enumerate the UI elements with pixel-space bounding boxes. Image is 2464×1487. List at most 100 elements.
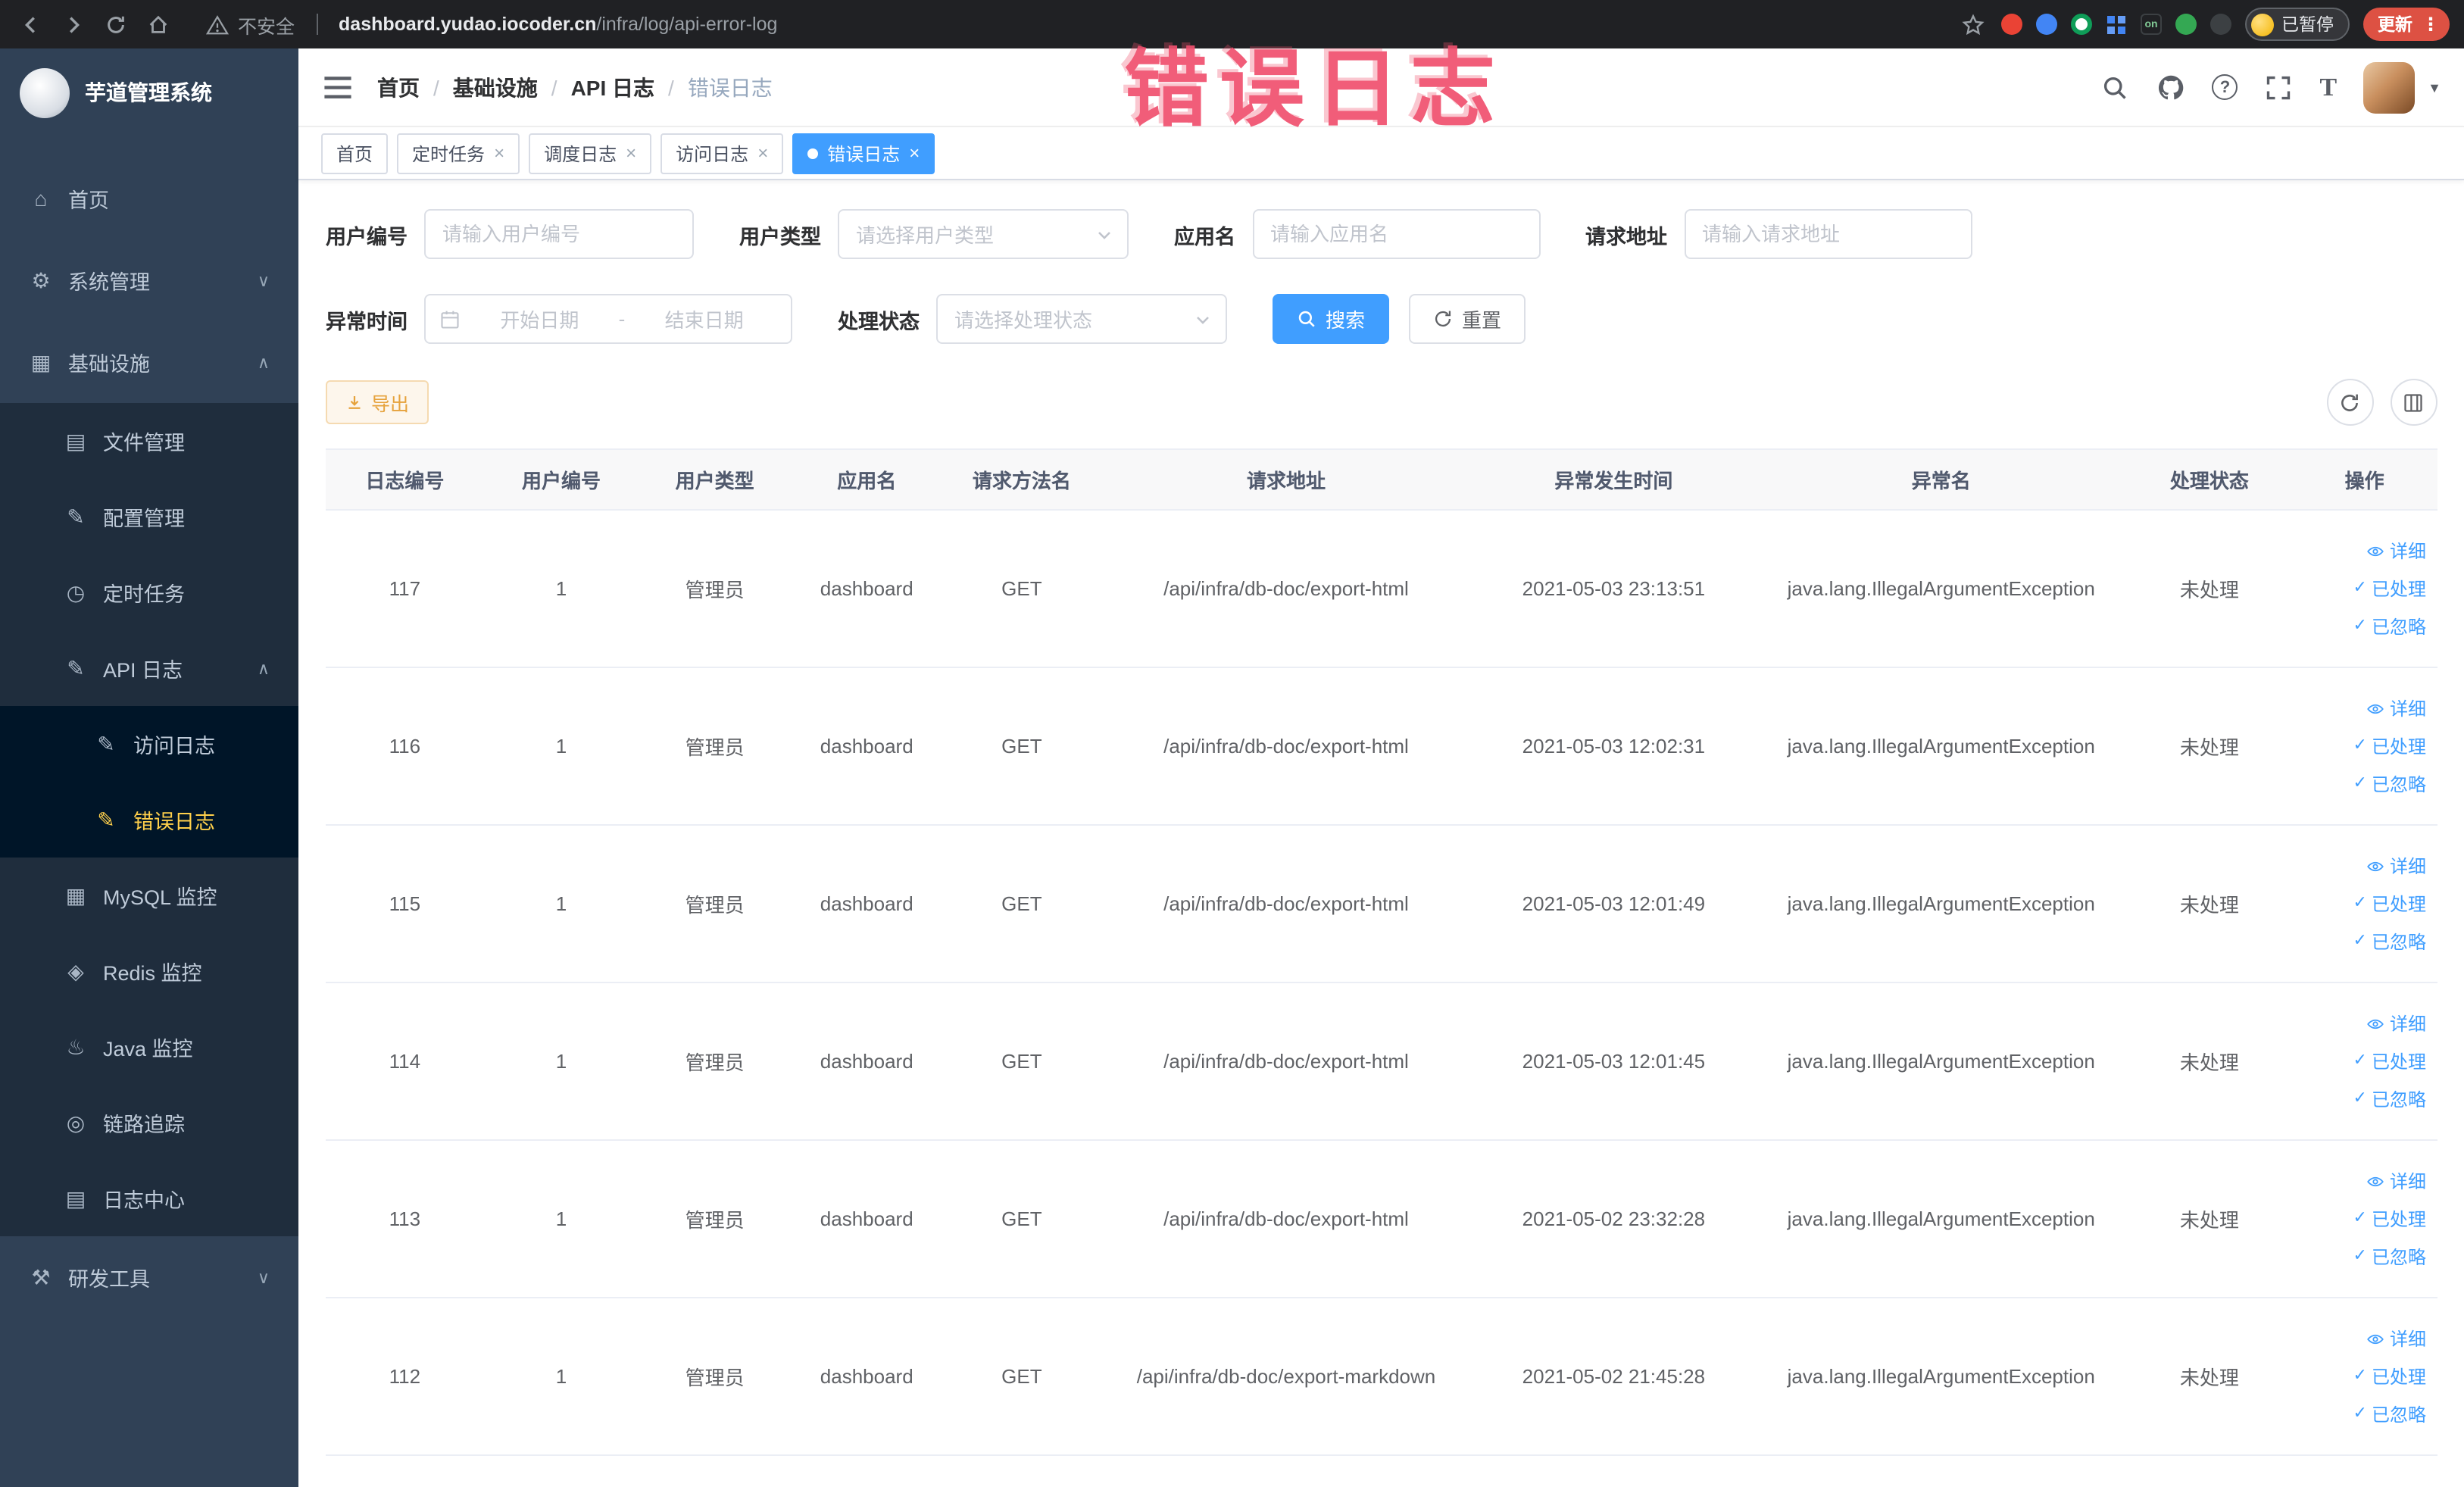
app-name-input[interactable] bbox=[1252, 209, 1540, 259]
green-leaf-extension-icon[interactable] bbox=[2175, 14, 2197, 35]
mark-ignored-link[interactable]: ✓ 已忽略 bbox=[2353, 1244, 2426, 1270]
detail-link[interactable]: 详细 bbox=[2367, 695, 2426, 721]
select-placeholder: 请选择处理状态 bbox=[954, 309, 1093, 332]
dark-pin-extension-icon[interactable] bbox=[2210, 14, 2231, 35]
on-badge-extension-icon[interactable]: on bbox=[2141, 14, 2162, 35]
search-icon[interactable] bbox=[2100, 72, 2130, 102]
breadcrumb-separator: / bbox=[551, 75, 557, 99]
column-header: 日志编号 bbox=[326, 448, 484, 511]
sidebar-item-system-management[interactable]: ⚙ 系统管理 ∨ bbox=[0, 239, 298, 321]
mark-ignored-link[interactable]: ✓ 已忽略 bbox=[2353, 929, 2426, 954]
reload-icon[interactable] bbox=[100, 9, 130, 39]
table-tools bbox=[2326, 379, 2437, 426]
mark-ignored-link[interactable]: ✓ 已忽略 bbox=[2353, 771, 2426, 797]
home-menu-icon: ⌂ bbox=[34, 186, 48, 211]
sidebar-item-error-log[interactable]: ✎ 错误日志 bbox=[0, 782, 298, 858]
fullscreen-icon[interactable] bbox=[2263, 72, 2294, 102]
help-icon[interactable]: ? bbox=[2212, 74, 2238, 100]
sidebar-item-file-management[interactable]: ▤ 文件管理 bbox=[0, 403, 298, 479]
sidebar-item-access-log[interactable]: ✎ 访问日志 bbox=[0, 706, 298, 782]
sidebar-item-config-management[interactable]: ✎ 配置管理 bbox=[0, 479, 298, 555]
tab-schedule-log[interactable]: 调度日志 × bbox=[529, 133, 652, 173]
red-dot-extension-icon[interactable] bbox=[2001, 14, 2022, 35]
breadcrumb-home[interactable]: 首页 bbox=[377, 72, 420, 102]
row-actions: 详细 ✓ 已处理 ✓ 已忽略 bbox=[2300, 1011, 2429, 1112]
chrome-update-button[interactable]: 更新 ⋮ bbox=[2363, 8, 2449, 41]
refresh-button[interactable] bbox=[2326, 379, 2373, 426]
user-avatar[interactable] bbox=[2363, 61, 2415, 113]
date-end-placeholder: 结束日期 bbox=[664, 309, 744, 332]
sidebar-item-api-logs[interactable]: ✎ API 日志 ∧ bbox=[0, 630, 298, 706]
bookmark-star-icon[interactable] bbox=[1957, 9, 1988, 39]
detail-link[interactable]: 详细 bbox=[2367, 853, 2426, 879]
eye-icon: ◎ bbox=[66, 1110, 86, 1134]
user-id-input[interactable] bbox=[424, 209, 694, 259]
close-icon[interactable]: × bbox=[626, 144, 636, 162]
green-ring-extension-icon[interactable] bbox=[2071, 14, 2092, 35]
filter-app-name: 应用名 bbox=[1174, 209, 1540, 259]
mark-processed-link[interactable]: ✓ 已处理 bbox=[2353, 891, 2426, 917]
mark-processed-link[interactable]: ✓ 已处理 bbox=[2353, 1364, 2426, 1389]
close-icon[interactable]: × bbox=[494, 144, 504, 162]
column-settings-button[interactable] bbox=[2390, 379, 2437, 426]
mark-processed-link[interactable]: ✓ 已处理 bbox=[2353, 1048, 2426, 1074]
mark-processed-link[interactable]: ✓ 已处理 bbox=[2353, 1206, 2426, 1232]
table-header-row: 日志编号 用户编号 用户类型 应用名 请求方法名 请求地址 异常发生时间 异常名… bbox=[326, 448, 2437, 511]
reset-button[interactable]: 重置 bbox=[1409, 294, 1526, 344]
avatar-caret-icon[interactable]: ▼ bbox=[2428, 80, 2441, 95]
tab-access-log[interactable]: 访问日志 × bbox=[661, 133, 784, 173]
mark-processed-link[interactable]: ✓ 已处理 bbox=[2353, 733, 2426, 759]
close-icon[interactable]: × bbox=[757, 144, 768, 162]
detail-link[interactable]: 详细 bbox=[2367, 1011, 2426, 1036]
exception-time-range-picker[interactable]: 开始日期 - 结束日期 bbox=[424, 294, 792, 344]
sidebar-item-mysql-monitor[interactable]: ▦ MySQL 监控 bbox=[0, 858, 298, 933]
chevron-down-icon: ∨ bbox=[257, 1269, 270, 1287]
sidebar-item-scheduled-jobs[interactable]: ◷ 定时任务 bbox=[0, 555, 298, 630]
export-button[interactable]: 导出 bbox=[326, 380, 429, 424]
mark-ignored-link[interactable]: ✓ 已忽略 bbox=[2353, 614, 2426, 639]
sidebar-item-infrastructure[interactable]: ▦ 基础设施 ∧ bbox=[0, 321, 298, 403]
table-row: 116 1 管理员 dashboard GET /api/infra/db-do… bbox=[326, 667, 2437, 826]
request-url-input[interactable] bbox=[1684, 209, 1972, 259]
check-icon: ✓ bbox=[2353, 617, 2367, 635]
breadcrumb-infrastructure[interactable]: 基础设施 bbox=[453, 72, 538, 102]
profile-paused-chip[interactable]: 已暂停 bbox=[2245, 8, 2349, 41]
github-icon[interactable] bbox=[2156, 72, 2186, 102]
blue-dot-extension-icon[interactable] bbox=[2036, 14, 2057, 35]
font-size-icon[interactable]: T bbox=[2319, 72, 2337, 102]
mark-processed-link[interactable]: ✓ 已处理 bbox=[2353, 576, 2426, 601]
sidebar-item-home[interactable]: ⌂ 首页 bbox=[0, 158, 298, 239]
process-status-select[interactable]: 请选择处理状态 bbox=[936, 294, 1227, 344]
tab-home[interactable]: 首页 bbox=[321, 133, 389, 173]
sidebar-item-redis-monitor[interactable]: ◈ Redis 监控 bbox=[0, 933, 298, 1009]
mark-ignored-link[interactable]: ✓ 已忽略 bbox=[2353, 1401, 2426, 1427]
sidebar-item-log-center[interactable]: ▤ 日志中心 bbox=[0, 1161, 298, 1236]
search-icon bbox=[1298, 311, 1315, 327]
detail-link[interactable]: 详细 bbox=[2367, 1168, 2426, 1194]
tab-error-log[interactable]: 错误日志 × bbox=[792, 133, 935, 173]
back-icon[interactable] bbox=[15, 9, 45, 39]
home-icon[interactable] bbox=[142, 9, 173, 39]
tab-scheduled-jobs[interactable]: 定时任务 × bbox=[397, 133, 520, 173]
filter-row-2: 异常时间 开始日期 - 结束日期 处理状态 请选择处理状态 搜索 重置 bbox=[326, 294, 2437, 344]
hamburger-icon[interactable] bbox=[321, 70, 354, 104]
breadcrumb-api-logs[interactable]: API 日志 bbox=[571, 72, 654, 102]
detail-link[interactable]: 详细 bbox=[2367, 1326, 2426, 1351]
sidebar-item-java-monitor[interactable]: ♨ Java 监控 bbox=[0, 1009, 298, 1085]
mark-ignored-link[interactable]: ✓ 已忽略 bbox=[2353, 1086, 2426, 1112]
file-icon: ▤ bbox=[65, 428, 86, 452]
security-indicator[interactable]: 不安全 bbox=[206, 10, 295, 39]
eye-icon bbox=[2367, 1172, 2385, 1190]
forward-icon[interactable] bbox=[58, 9, 88, 39]
sidebar-item-tracing[interactable]: ◎ 链路追踪 bbox=[0, 1085, 298, 1161]
search-button[interactable]: 搜索 bbox=[1273, 294, 1390, 344]
table-row: 117 1 管理员 dashboard GET /api/infra/db-do… bbox=[326, 510, 2437, 668]
close-icon[interactable]: × bbox=[909, 144, 920, 162]
sidebar-item-dev-tools[interactable]: ⚒ 研发工具 ∨ bbox=[0, 1236, 298, 1318]
address-bar[interactable]: dashboard.yudao.iocoder.cn/infra/log/api… bbox=[339, 14, 777, 35]
grid-extension-icon[interactable] bbox=[2106, 14, 2127, 35]
check-icon: ✓ bbox=[2353, 1089, 2367, 1107]
user-type-select[interactable]: 请选择用户类型 bbox=[838, 209, 1129, 259]
detail-link[interactable]: 详细 bbox=[2367, 538, 2426, 564]
kebab-menu-icon[interactable]: ⋮ bbox=[2422, 14, 2440, 35]
